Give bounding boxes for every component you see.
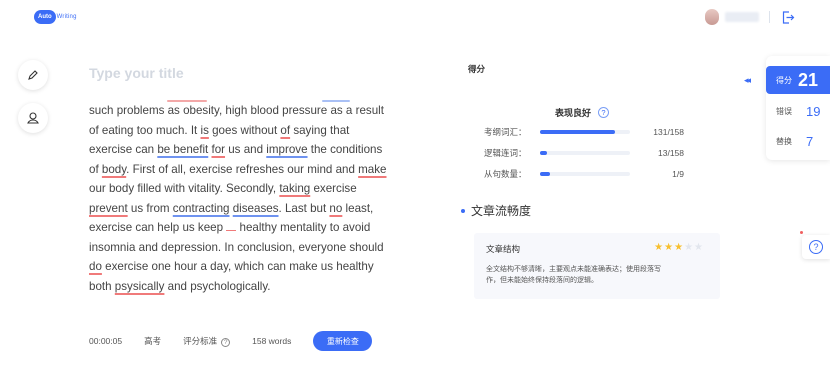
word-count: 158 words xyxy=(252,336,292,346)
error-highlight[interactable]: body xyxy=(102,163,126,176)
help-icon: ? xyxy=(221,338,231,347)
help-float-button[interactable]: ? xyxy=(802,235,830,259)
notification-dot xyxy=(800,231,803,234)
suggestions-tab[interactable]: 替换 7 xyxy=(776,134,830,149)
metric-connectives: 逻辑连词： 13/158 xyxy=(484,147,684,159)
metric-label: 考纲词汇： xyxy=(484,127,527,137)
suggestion-highlight[interactable]: be benefit xyxy=(157,143,208,156)
errors-label: 错误 xyxy=(776,107,792,116)
metric-value: 13/158 xyxy=(658,148,684,158)
essay-line: both psysically and psychologically. xyxy=(89,279,271,293)
card-description: 全文结构不够清晰，主要观点未能准确表达；使用段落写 作，但未能始终保持段落间的逻… xyxy=(486,264,708,286)
score-label: 得分 xyxy=(776,75,792,85)
error-highlight[interactable]: of xyxy=(280,124,290,137)
app-logo[interactable]: Auto Writing xyxy=(34,10,77,24)
star-empty-icon: ★ xyxy=(684,242,695,253)
user-area xyxy=(705,9,796,25)
timer: 00:00:05 xyxy=(89,336,123,346)
edit-tool-button[interactable] xyxy=(18,60,48,90)
performance-label: 表现良好 xyxy=(555,108,592,118)
error-highlight[interactable]: psysically xyxy=(115,280,165,293)
title-input[interactable] xyxy=(89,63,389,83)
metric-value: 1/9 xyxy=(672,169,684,179)
essay-line: do exercise one hour a day, which can ma… xyxy=(89,260,374,273)
essay-line: of body. First of all, exercise refreshe… xyxy=(89,162,387,176)
star-empty-icon: ★ xyxy=(694,242,704,253)
essay-line: of eating too much. It is goes without o… xyxy=(89,123,350,137)
error-highlight[interactable]: make xyxy=(358,163,386,176)
essay-line: exercise can be benefit for us and impro… xyxy=(89,143,383,156)
metric-label: 逻辑连词： xyxy=(484,148,527,158)
metric-bar xyxy=(540,151,630,155)
criteria-link[interactable]: 评分标准? xyxy=(183,335,231,347)
bullet-dot xyxy=(461,208,465,213)
metric-clauses: 从句数量： 1/9 xyxy=(484,168,684,180)
essay-line: prevent us from contracting diseases. La… xyxy=(89,201,374,215)
fluency-heading: 文章流畅度 xyxy=(461,202,531,219)
performance-title: 表现良好 ? xyxy=(555,106,610,119)
essay-line: such problems as obesity, high blood pre… xyxy=(89,104,384,117)
metric-fill xyxy=(540,151,548,155)
suggestion-highlight[interactable]: diseases xyxy=(233,202,279,215)
editor-status-bar: 00:00:05 高考 评分标准? 158 words 重新检查 xyxy=(89,331,394,351)
divider xyxy=(769,11,770,23)
error-highlight[interactable]: is xyxy=(201,124,209,137)
error-highlight[interactable]: taking xyxy=(279,182,310,195)
metric-bar xyxy=(540,172,630,176)
metric-bar xyxy=(540,130,630,134)
missing-word-marker[interactable] xyxy=(226,218,237,231)
award-tool-button[interactable] xyxy=(18,103,48,133)
score-heading: 得分 xyxy=(468,64,486,74)
error-highlight[interactable]: for xyxy=(211,143,225,156)
errors-value: 19 xyxy=(806,104,821,119)
logout-button[interactable] xyxy=(780,9,796,25)
errors-tab[interactable]: 错误 19 xyxy=(776,104,830,119)
star-filled-icon: ★ xyxy=(674,242,685,253)
metric-fill xyxy=(540,130,615,134)
essay-body[interactable]: such problems as obesity, high blood pre… xyxy=(89,101,409,296)
star-rating: ★★★★★ xyxy=(654,242,704,253)
essay-line: insomnia and depression. In conclusion, … xyxy=(89,240,384,254)
suggestion-highlight[interactable]: contracting xyxy=(173,202,230,215)
award-icon xyxy=(27,112,39,124)
username-blurred xyxy=(725,12,759,22)
essay-line: our body filled with vitality. Secondly,… xyxy=(89,182,357,195)
logout-icon xyxy=(782,10,795,24)
description-line: 作，但未能始终保持段落间的逻辑。 xyxy=(486,277,598,284)
avatar[interactable] xyxy=(705,9,719,25)
score-value: 21 xyxy=(798,69,819,90)
error-highlight[interactable]: no xyxy=(329,202,342,215)
error-highlight[interactable]: prevent xyxy=(89,202,128,215)
fluency-title: 文章流畅度 xyxy=(471,204,532,218)
recheck-button[interactable]: 重新检查 xyxy=(313,331,373,351)
logo-text: Writing xyxy=(56,14,77,20)
metric-vocab: 考纲词汇： 131/158 xyxy=(484,126,684,138)
criteria-label: 评分标准 xyxy=(183,336,218,346)
metric-label: 从句数量： xyxy=(484,169,527,179)
star-filled-icon: ★ xyxy=(654,242,665,253)
suggestions-value: 7 xyxy=(806,134,814,149)
metric-value: 131/158 xyxy=(653,127,684,137)
star-filled-icon: ★ xyxy=(664,242,675,253)
metric-fill xyxy=(540,172,550,176)
essay-line: exercise can help us keep healthy mental… xyxy=(89,218,409,238)
error-highlight[interactable]: do xyxy=(89,260,102,273)
suggestion-highlight[interactable]: improve xyxy=(266,143,307,156)
pen-icon xyxy=(28,70,38,80)
score-panel: 得分 21 错误 19 替换 7 xyxy=(766,56,830,160)
exam-type[interactable]: 高考 xyxy=(144,335,161,347)
score-tab[interactable]: 得分 21 xyxy=(766,66,830,94)
description-line: 全文结构不够清晰，主要观点未能准确表达；使用段落写 xyxy=(486,266,661,273)
logo-badge: Auto xyxy=(34,10,56,24)
help-icon: ? xyxy=(809,240,823,254)
collapse-panel-button[interactable]: ◂◂ xyxy=(744,75,751,86)
suggestions-label: 替换 xyxy=(776,137,792,146)
fluency-card: 文章结构 ★★★★★ 全文结构不够清晰，主要观点未能准确表达；使用段落写 作，但… xyxy=(474,233,720,299)
help-icon[interactable]: ? xyxy=(598,107,610,118)
